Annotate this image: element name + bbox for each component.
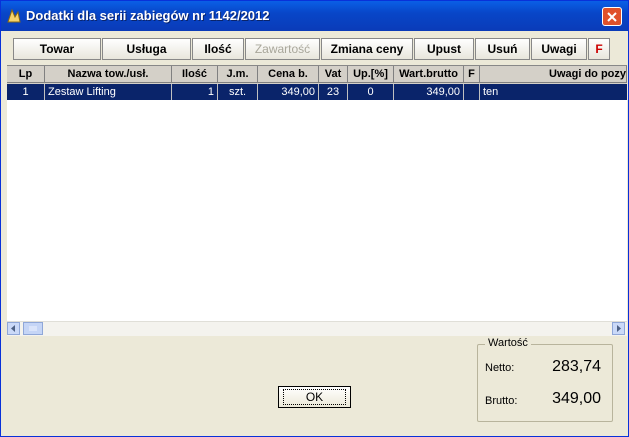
close-icon bbox=[607, 11, 617, 22]
col-header-nazwa[interactable]: Nazwa tow./usł. bbox=[45, 66, 172, 83]
col-header-jm[interactable]: J.m. bbox=[218, 66, 258, 83]
ok-button[interactable]: OK bbox=[278, 386, 351, 408]
col-header-wart-brutto[interactable]: Wart.brutto bbox=[394, 66, 464, 83]
chevron-left-icon bbox=[11, 325, 15, 332]
col-header-f[interactable]: F bbox=[464, 66, 480, 83]
col-header-ilosc[interactable]: Ilość bbox=[172, 66, 218, 83]
title-bar[interactable]: Dodatki dla serii zabiegów nr 1142/2012 bbox=[1, 1, 628, 31]
col-header-upust[interactable]: Up.[%] bbox=[348, 66, 394, 83]
cell-upust: 0 bbox=[348, 84, 394, 100]
cell-wart-brutto: 349,00 bbox=[394, 84, 464, 100]
scroll-thumb[interactable] bbox=[23, 322, 43, 335]
summary-legend: Wartość bbox=[485, 337, 531, 349]
ok-button-label: OK bbox=[282, 389, 347, 405]
grip-icon bbox=[29, 326, 37, 331]
cell-nazwa: Zestaw Lifting bbox=[45, 84, 172, 100]
cell-ilosc: 1 bbox=[172, 84, 218, 100]
brutto-value: 349,00 bbox=[552, 390, 601, 407]
scroll-right-button[interactable] bbox=[612, 322, 625, 335]
horizontal-scrollbar[interactable] bbox=[7, 321, 627, 336]
zmiana-ceny-button[interactable]: Zmiana ceny bbox=[321, 38, 413, 60]
netto-value: 283,74 bbox=[552, 358, 601, 375]
app-icon bbox=[7, 8, 21, 23]
cell-f bbox=[464, 84, 480, 100]
usun-button[interactable]: Usuń bbox=[475, 38, 530, 60]
col-header-vat[interactable]: Vat bbox=[319, 66, 348, 83]
cell-uwagi: ten bbox=[483, 86, 499, 98]
cell-lp: 1 bbox=[7, 84, 45, 100]
dialog-window: Dodatki dla serii zabiegów nr 1142/2012 … bbox=[0, 0, 629, 437]
col-header-lp[interactable]: Lp bbox=[7, 66, 45, 83]
cell-cena: 349,00 bbox=[258, 84, 319, 100]
upust-button[interactable]: Upust bbox=[414, 38, 474, 60]
usluga-button[interactable]: Usługa bbox=[102, 38, 191, 60]
netto-label: Netto: bbox=[485, 362, 515, 374]
items-grid[interactable]: Lp Nazwa tow./usł. Ilość J.m. Cena b. Va… bbox=[7, 65, 627, 336]
scroll-left-button[interactable] bbox=[7, 322, 20, 335]
toolbar: Towar Usługa Ilość Zawartość Zmiana ceny… bbox=[13, 38, 611, 62]
cell-jm: szt. bbox=[218, 84, 258, 100]
cell-vat: 23 bbox=[319, 84, 348, 100]
col-header-cena[interactable]: Cena b. bbox=[258, 66, 319, 83]
towar-button[interactable]: Towar bbox=[13, 38, 101, 60]
summary-groupbox bbox=[477, 344, 613, 422]
zawartosc-button[interactable]: Zawartość bbox=[245, 38, 320, 60]
ilosc-button[interactable]: Ilość bbox=[192, 38, 244, 60]
table-row[interactable]: 1 Zestaw Lifting 1 szt. 349,00 23 0 349,… bbox=[7, 84, 627, 100]
chevron-right-icon bbox=[617, 325, 621, 332]
col-header-uwagi[interactable]: Uwagi do pozy bbox=[480, 66, 627, 83]
close-button[interactable] bbox=[602, 7, 622, 26]
brutto-label: Brutto: bbox=[485, 395, 518, 407]
grid-header: Lp Nazwa tow./usł. Ilość J.m. Cena b. Va… bbox=[7, 66, 627, 84]
f-button[interactable]: F bbox=[588, 38, 610, 60]
window-title: Dodatki dla serii zabiegów nr 1142/2012 bbox=[26, 8, 270, 23]
uwagi-button[interactable]: Uwagi bbox=[531, 38, 587, 60]
